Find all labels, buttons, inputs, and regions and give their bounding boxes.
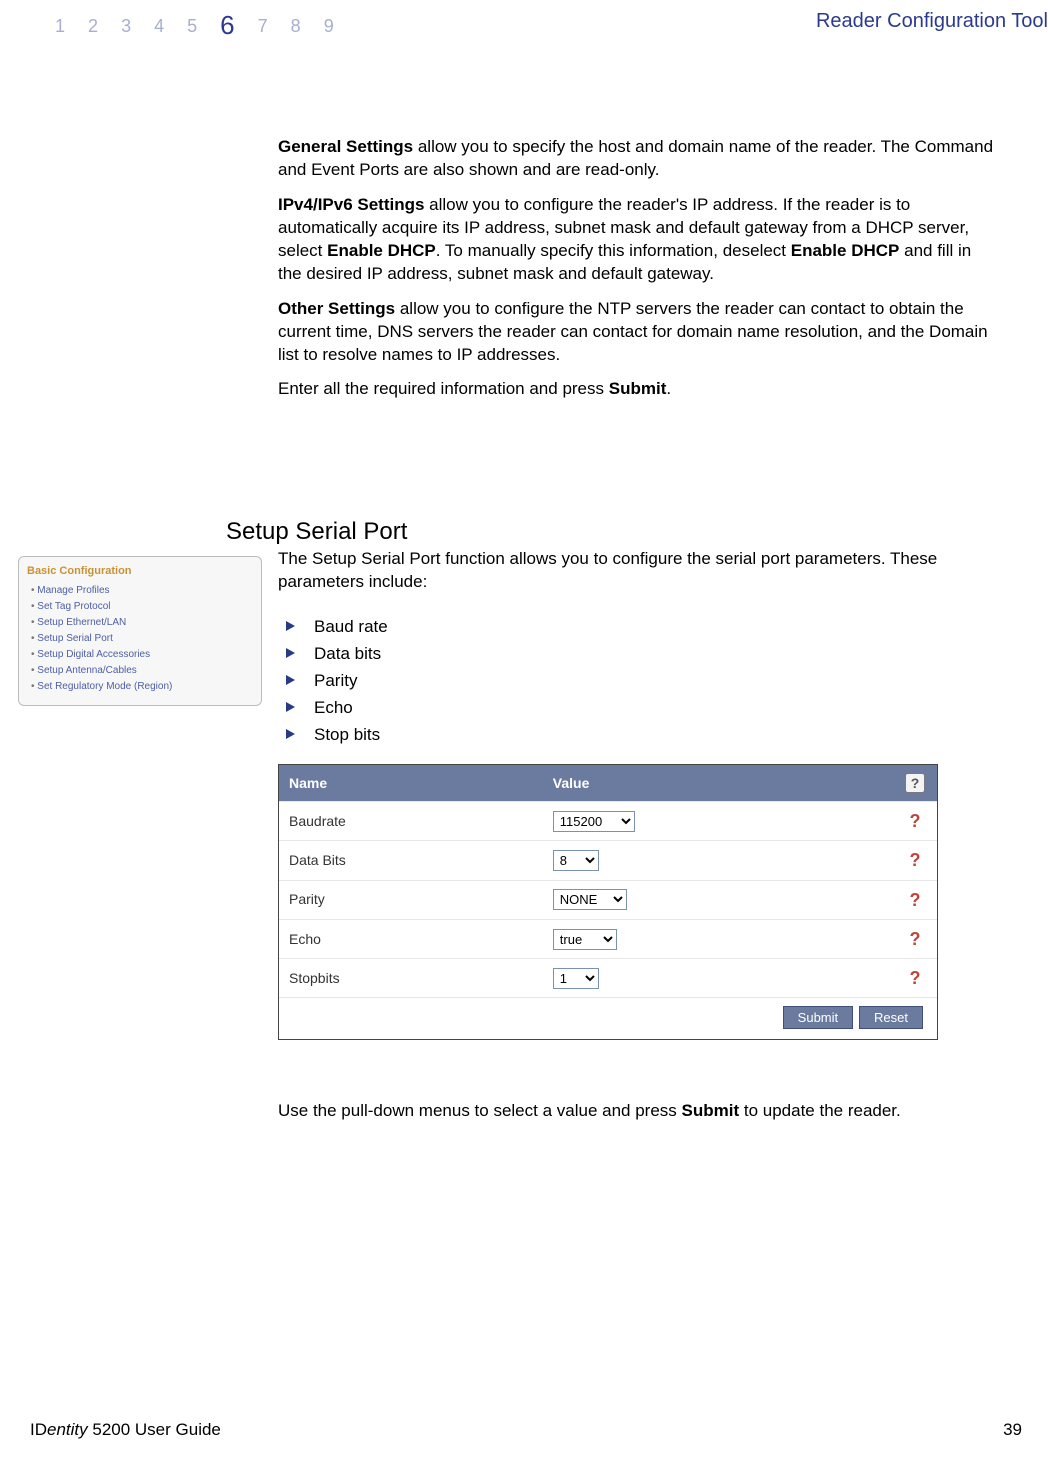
list-item-stop-bits: Stop bits [286, 724, 986, 747]
sidebar-item-setup-ethernet[interactable]: Setup Ethernet/LAN [31, 615, 253, 631]
general-settings-label: General Settings [278, 137, 413, 156]
sidebar-item-set-tag-protocol[interactable]: Set Tag Protocol [31, 599, 253, 615]
page-number: 39 [1003, 1419, 1022, 1442]
table-row-parity: Parity NONE ? [279, 880, 937, 919]
sidebar-basic-configuration: Basic Configuration Manage Profiles Set … [18, 556, 262, 706]
intro-paragraphs: General Settings allow you to specify th… [278, 136, 996, 413]
help-baudrate[interactable]: ? [893, 802, 937, 841]
sidebar-item-setup-antenna-cables[interactable]: Setup Antenna/Cables [31, 663, 253, 679]
ip-settings-label: IPv4/IPv6 Settings [278, 195, 424, 214]
chapter-nav-4[interactable]: 4 [154, 16, 166, 36]
paragraph-general-settings: General Settings allow you to specify th… [278, 136, 996, 182]
table-row-baudrate: Baudrate 115200 ? [279, 802, 937, 841]
closing-submit-label: Submit [682, 1101, 740, 1120]
chapter-nav-5[interactable]: 5 [187, 16, 199, 36]
help-parity[interactable]: ? [893, 880, 937, 919]
help-databits[interactable]: ? [893, 841, 937, 880]
closing-pre: Use the pull-down menus to select a valu… [278, 1101, 682, 1120]
page-title: Reader Configuration Tool [816, 8, 1048, 35]
page-footer: IDentity 5200 User Guide 39 [30, 1419, 1022, 1442]
footer-guide-title: IDentity 5200 User Guide [30, 1419, 221, 1442]
section-heading-setup-serial-port: Setup Serial Port [226, 516, 407, 548]
sidebar-item-setup-digital-accessories[interactable]: Setup Digital Accessories [31, 647, 253, 663]
list-item-data-bits: Data bits [286, 643, 986, 666]
table-row-databits: Data Bits 8 ? [279, 841, 937, 880]
chapter-nav-9[interactable]: 9 [324, 16, 336, 36]
section-intro: The Setup Serial Port function allows yo… [278, 548, 988, 608]
chapter-nav-3[interactable]: 3 [121, 16, 133, 36]
sidebar-title: Basic Configuration [27, 563, 253, 581]
chapter-nav: 1 2 3 4 5 6 7 8 9 [48, 6, 343, 41]
parameter-list: Baud rate Data bits Parity Echo Stop bit… [286, 612, 986, 751]
submit-label: Submit [609, 379, 667, 398]
footer-id: ID [30, 1420, 47, 1439]
table-row-stopbits: Stopbits 1 ? [279, 959, 937, 998]
column-header-help: ? [893, 765, 937, 802]
submit-instruction-post: . [666, 379, 671, 398]
closing-post: to update the reader. [739, 1101, 901, 1120]
paragraph-submit-instruction: Enter all the required information and p… [278, 378, 996, 401]
submit-instruction-pre: Enter all the required information and p… [278, 379, 609, 398]
table-row-echo: Echo true ? [279, 919, 937, 958]
page-header: 1 2 3 4 5 6 7 8 9 Reader Configuration T… [0, 6, 1048, 40]
help-stopbits[interactable]: ? [893, 959, 937, 998]
column-header-value: Value [543, 765, 893, 802]
chapter-nav-7[interactable]: 7 [258, 16, 270, 36]
sidebar-item-setup-serial-port[interactable]: Setup Serial Port [31, 631, 253, 647]
list-item-echo: Echo [286, 697, 986, 720]
stopbits-select[interactable]: 1 [553, 968, 599, 989]
chapter-nav-8[interactable]: 8 [291, 16, 303, 36]
row-label-databits: Data Bits [279, 841, 543, 880]
serial-port-form: Name Value ? Baudrate 115200 ? Data Bits… [278, 764, 938, 1040]
submit-button[interactable]: Submit [783, 1006, 853, 1029]
list-item-baud-rate: Baud rate [286, 616, 986, 639]
other-settings-label: Other Settings [278, 299, 395, 318]
row-label-parity: Parity [279, 880, 543, 919]
chapter-nav-2[interactable]: 2 [88, 16, 100, 36]
help-echo[interactable]: ? [893, 919, 937, 958]
enable-dhcp-label-1: Enable DHCP [327, 241, 436, 260]
paragraph-other-settings: Other Settings allow you to configure th… [278, 298, 996, 367]
ip-settings-text-2: . To manually specify this information, … [436, 241, 791, 260]
baudrate-select[interactable]: 115200 [553, 811, 635, 832]
row-label-baudrate: Baudrate [279, 802, 543, 841]
section-intro-text: The Setup Serial Port function allows yo… [278, 548, 988, 594]
paragraph-ip-settings: IPv4/IPv6 Settings allow you to configur… [278, 194, 996, 286]
echo-select[interactable]: true [553, 929, 617, 950]
sidebar-item-set-regulatory-mode[interactable]: Set Regulatory Mode (Region) [31, 679, 253, 695]
enable-dhcp-label-2: Enable DHCP [791, 241, 900, 260]
chapter-nav-6[interactable]: 6 [220, 10, 236, 40]
chapter-nav-1[interactable]: 1 [55, 16, 67, 36]
row-label-stopbits: Stopbits [279, 959, 543, 998]
form-footer: Submit Reset [279, 997, 937, 1039]
footer-rest: 5200 User Guide [88, 1420, 221, 1439]
column-header-name: Name [279, 765, 543, 802]
sidebar-item-manage-profiles[interactable]: Manage Profiles [31, 583, 253, 599]
row-label-echo: Echo [279, 919, 543, 958]
footer-entity: entity [47, 1420, 88, 1439]
parity-select[interactable]: NONE [553, 889, 627, 910]
closing-instruction: Use the pull-down menus to select a valu… [278, 1100, 988, 1123]
databits-select[interactable]: 8 [553, 850, 599, 871]
list-item-parity: Parity [286, 670, 986, 693]
reset-button[interactable]: Reset [859, 1006, 923, 1029]
help-icon[interactable]: ? [905, 773, 925, 793]
